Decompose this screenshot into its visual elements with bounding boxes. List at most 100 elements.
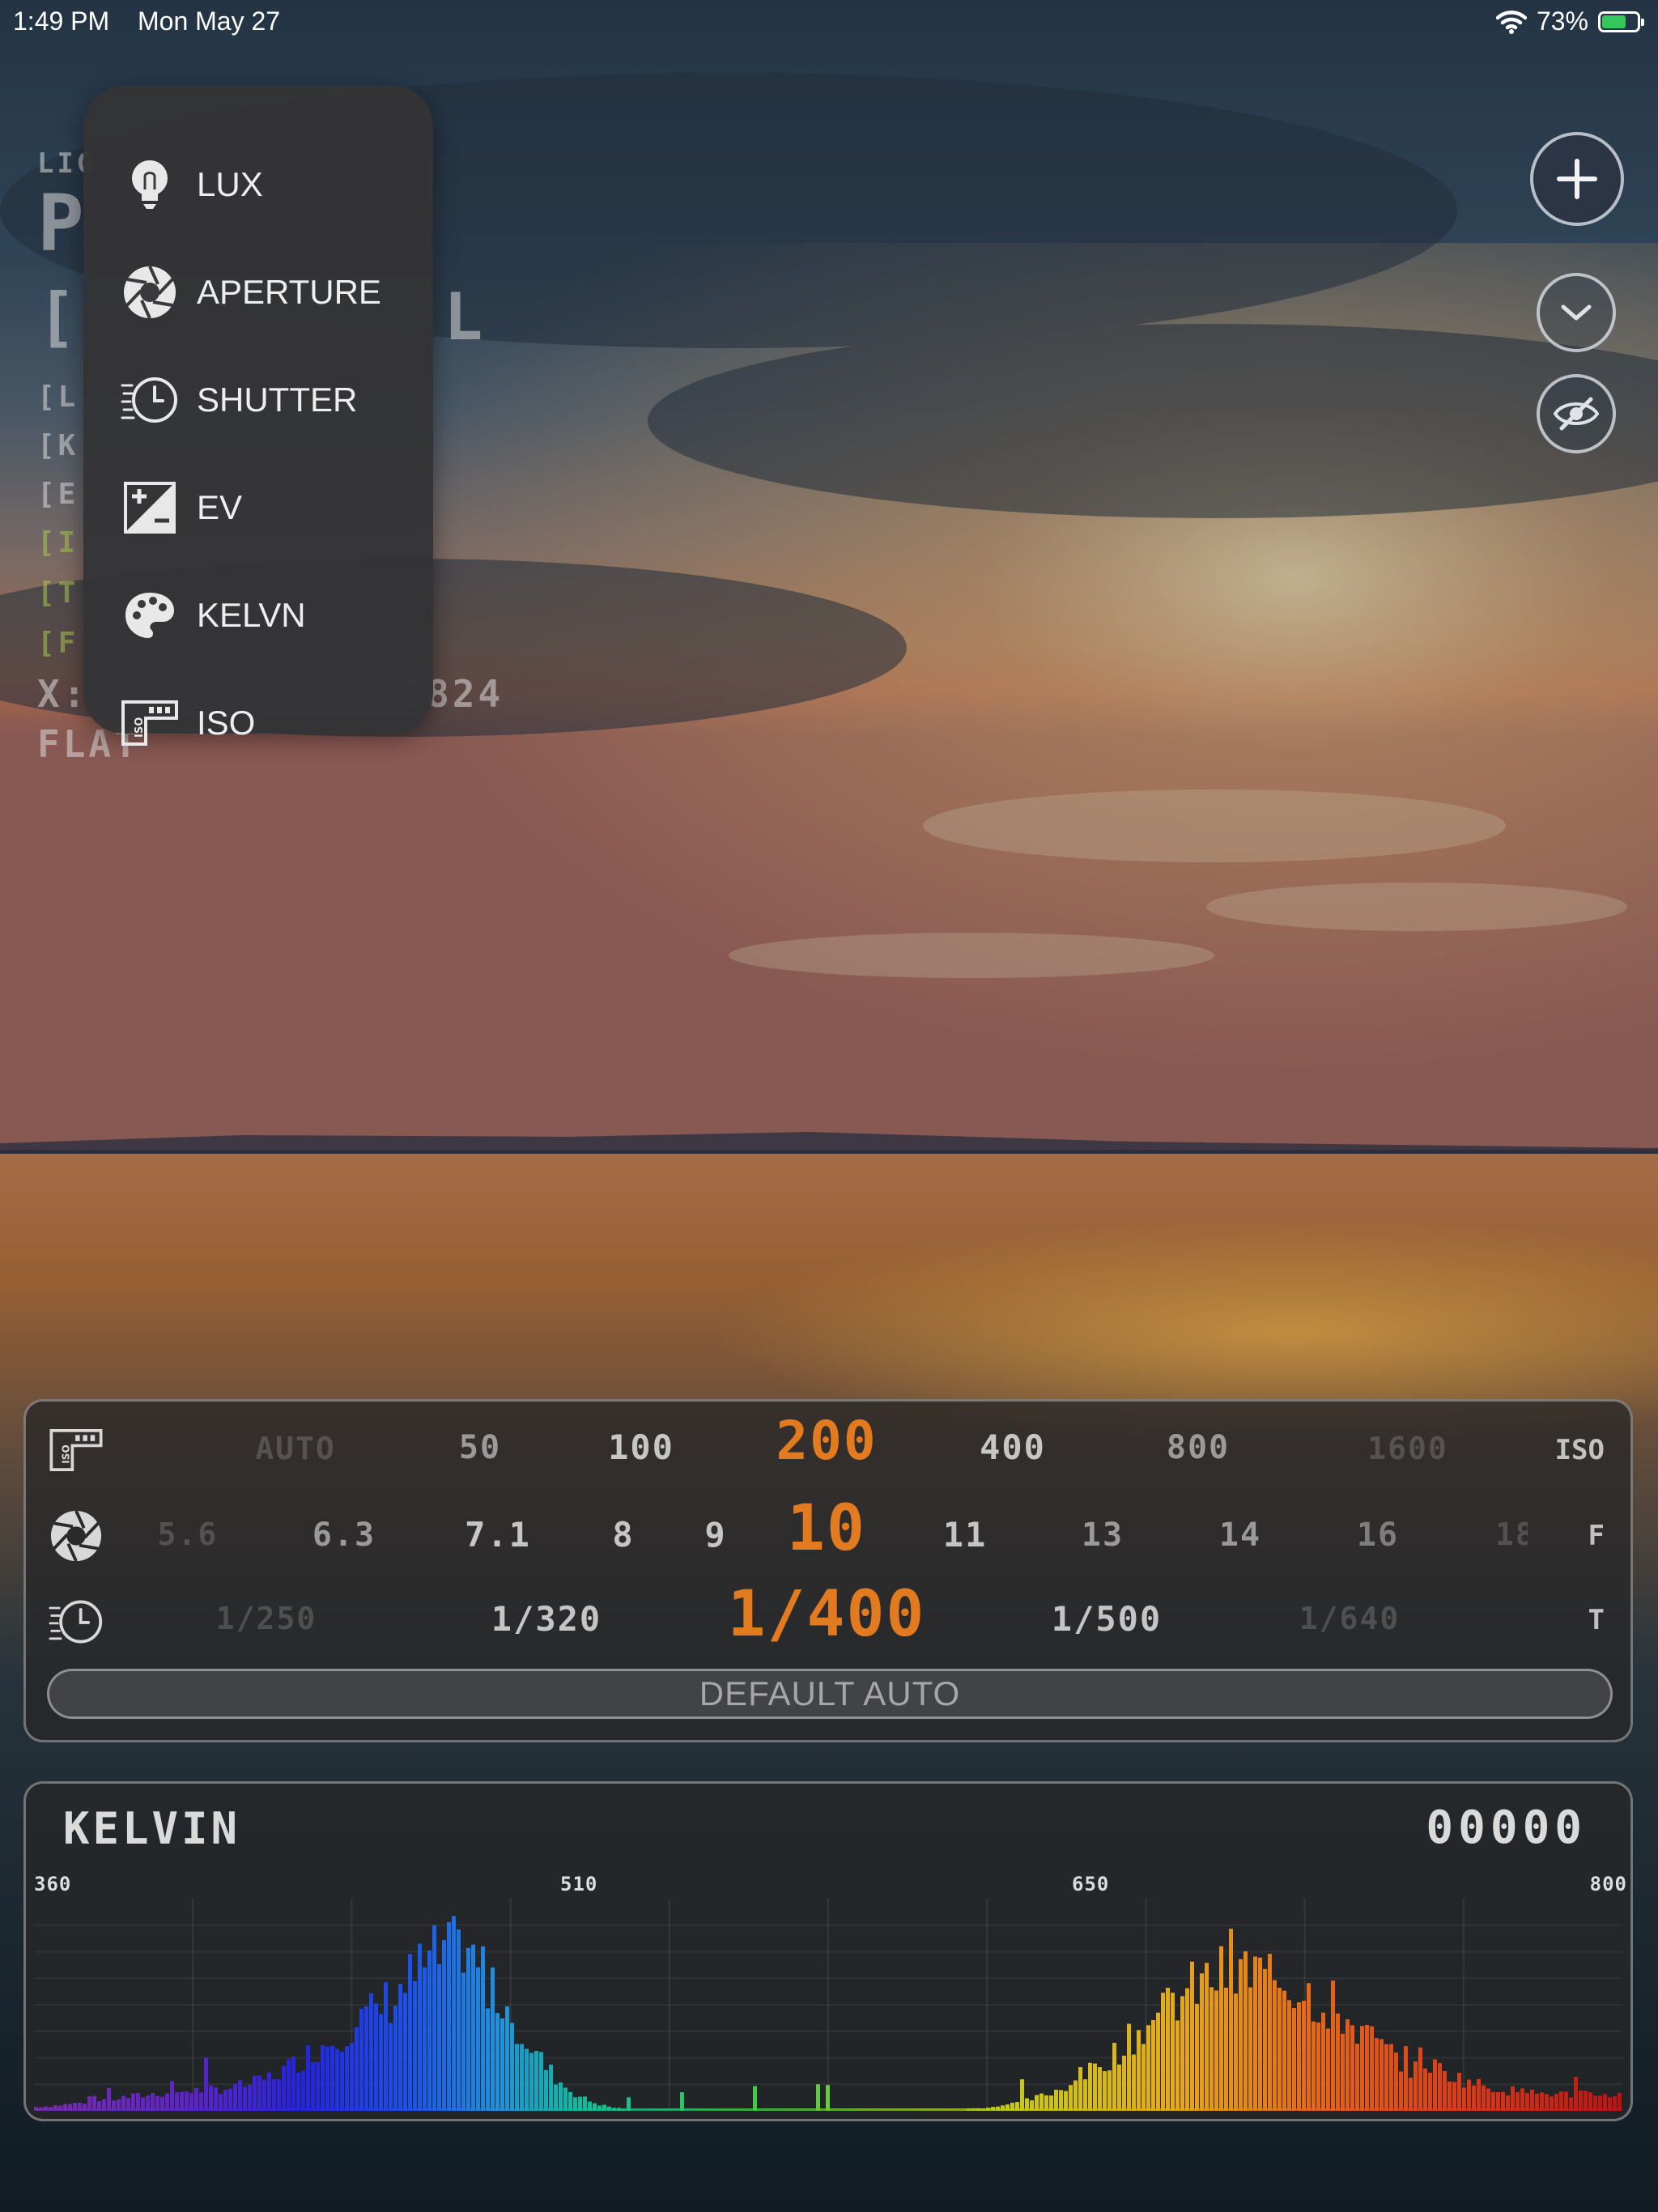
spectrum-bar <box>1423 2068 1427 2111</box>
menu-item-label: LUX <box>197 165 263 203</box>
menu-item-ev[interactable]: EV <box>83 463 433 552</box>
spectrum-bar <box>1205 1963 1209 2111</box>
iso-option[interactable]: 800 <box>1167 1429 1230 1466</box>
spectrum-bar <box>233 2083 237 2111</box>
spectrum-bar <box>1078 2067 1082 2111</box>
aperture-option[interactable]: 8 <box>612 1515 634 1555</box>
spectrum-bar <box>452 1916 456 2111</box>
aperture-option[interactable]: 6.3 <box>312 1516 376 1554</box>
spectrum-bar <box>1336 2013 1340 2111</box>
add-button[interactable] <box>1530 132 1624 226</box>
spectrum-bar <box>1088 2062 1092 2111</box>
spectrum-bar <box>1069 2085 1073 2111</box>
spectrum-bar <box>238 2080 242 2111</box>
spectrum-bar <box>223 2089 227 2111</box>
spectrum-bar <box>393 2006 397 2111</box>
spectrum-bar <box>1414 2061 1418 2111</box>
spectrum-bar <box>1438 2063 1442 2111</box>
spectrum-bar <box>291 2057 295 2111</box>
collapse-button[interactable] <box>1537 273 1616 352</box>
spectrum-bar <box>1234 1993 1238 2111</box>
spectrum-bar <box>1175 2020 1180 2111</box>
aperture-option[interactable]: 5.6 <box>158 1516 219 1552</box>
hud-large-readout: P <box>37 178 87 269</box>
shutter-option[interactable]: 1/500 <box>1052 1599 1162 1639</box>
menu-item-kelvin[interactable]: KELVN <box>83 571 433 660</box>
spectrum-bar <box>340 2052 344 2111</box>
spectrum-bar <box>1530 2089 1534 2111</box>
spectrum-bar <box>1287 2000 1291 2111</box>
spectrum-bar <box>287 2059 291 2111</box>
spectrum-bar <box>1365 2025 1369 2111</box>
iso-selected-value[interactable]: 200 <box>776 1410 877 1472</box>
spectrum-bar <box>1350 2025 1354 2111</box>
spectrum-bar <box>301 2070 305 2111</box>
spectrum-bar <box>826 2085 830 2111</box>
kelvin-title: KELVIN <box>63 1803 241 1854</box>
spectrum-bar <box>1107 2070 1112 2111</box>
spectrum-bar <box>1059 2090 1063 2111</box>
shutter-option[interactable]: 1/320 <box>491 1599 602 1639</box>
spectrum-bar <box>384 1982 388 2111</box>
menu-item-lux[interactable]: LUX <box>83 140 433 229</box>
aperture-dial-row[interactable]: 5.6 6.3 7.1 8 9 10 11 13 14 16 18 F <box>26 1492 1630 1575</box>
spectrum-bar <box>248 2084 252 2111</box>
aperture-option[interactable]: 11 <box>943 1515 988 1555</box>
svg-text:ISO: ISO <box>61 1444 72 1463</box>
spectrum-bar <box>374 2003 378 2111</box>
spectrum-bar <box>1384 2044 1388 2111</box>
aperture-option[interactable]: 13 <box>1082 1516 1124 1554</box>
spectrum-bar <box>457 1929 461 2111</box>
menu-item-shutter[interactable]: SHUTTER <box>83 355 433 445</box>
spectrum-bar <box>209 2085 213 2111</box>
spectrum-bar <box>1073 2080 1078 2111</box>
shutter-selected-value[interactable]: 1/400 <box>728 1578 926 1651</box>
exposure-panel: ISO AUTO 50 100 200 400 800 1600 ISO 5.6… <box>23 1399 1633 1742</box>
spectrum-bar <box>325 2046 329 2111</box>
aperture-option[interactable]: 18 <box>1495 1516 1528 1552</box>
shutter-option[interactable]: 1/250 <box>216 1601 317 1636</box>
kelvin-value: 00000 <box>1426 1802 1587 1854</box>
iso-option[interactable]: 50 <box>459 1429 501 1466</box>
iso-option[interactable]: 1600 <box>1367 1431 1448 1466</box>
menu-item-aperture[interactable]: APERTURE <box>83 248 433 337</box>
aperture-selected-value[interactable]: 10 <box>787 1492 866 1565</box>
aperture-option[interactable]: 7.1 <box>465 1515 531 1555</box>
iso-dial-row[interactable]: ISO AUTO 50 100 200 400 800 1600 ISO <box>26 1410 1630 1489</box>
spectrum-bar <box>1200 1973 1204 2111</box>
spectrum-bar <box>1321 2012 1325 2111</box>
spectrum-bar <box>199 2092 203 2111</box>
hud-line-1: [L <box>37 381 79 414</box>
spectrum-bar <box>1331 1980 1335 2111</box>
spectrum-bar <box>1535 2093 1539 2111</box>
spectrum-bar <box>1103 2071 1107 2111</box>
spectrum-bar <box>1258 1957 1262 2111</box>
spectrum-bar <box>1248 1987 1252 2111</box>
spectrum-baseline <box>34 2108 1622 2111</box>
menu-item-iso[interactable]: ISO ISO <box>83 678 433 768</box>
spectrum-bar <box>214 2087 218 2111</box>
aperture-option[interactable]: 9 <box>704 1515 726 1555</box>
shutter-option[interactable]: 1/640 <box>1299 1601 1400 1636</box>
default-auto-button[interactable]: DEFAULT AUTO <box>47 1669 1613 1719</box>
spectrum-bar <box>816 2084 820 2111</box>
spectrum-bar <box>461 1972 466 2111</box>
iso-option[interactable]: AUTO <box>255 1431 336 1466</box>
spectrum-bar <box>1278 1988 1282 2111</box>
hide-overlay-button[interactable] <box>1537 374 1616 453</box>
spectrum-bar <box>476 1967 480 2111</box>
spectrum-bar <box>1346 2019 1350 2111</box>
spectrum-bar <box>500 2018 504 2111</box>
spectrum-bar <box>170 2081 174 2111</box>
aperture-option[interactable]: 16 <box>1357 1516 1399 1554</box>
shutter-dial-row[interactable]: 1/250 1/320 1/400 1/500 1/640 T <box>26 1578 1630 1661</box>
iso-option[interactable]: 100 <box>608 1427 674 1467</box>
spectrum-bar <box>1239 1959 1243 2111</box>
iso-option[interactable]: 400 <box>980 1427 1046 1467</box>
spectrum-bar <box>1540 2092 1544 2111</box>
spectrum-bar <box>403 1993 407 2111</box>
spectrum-bar <box>1389 2044 1393 2111</box>
aperture-option[interactable]: 14 <box>1219 1516 1261 1554</box>
spectrum-bar <box>1253 1956 1257 2111</box>
spectrum-bar <box>369 1993 373 2111</box>
